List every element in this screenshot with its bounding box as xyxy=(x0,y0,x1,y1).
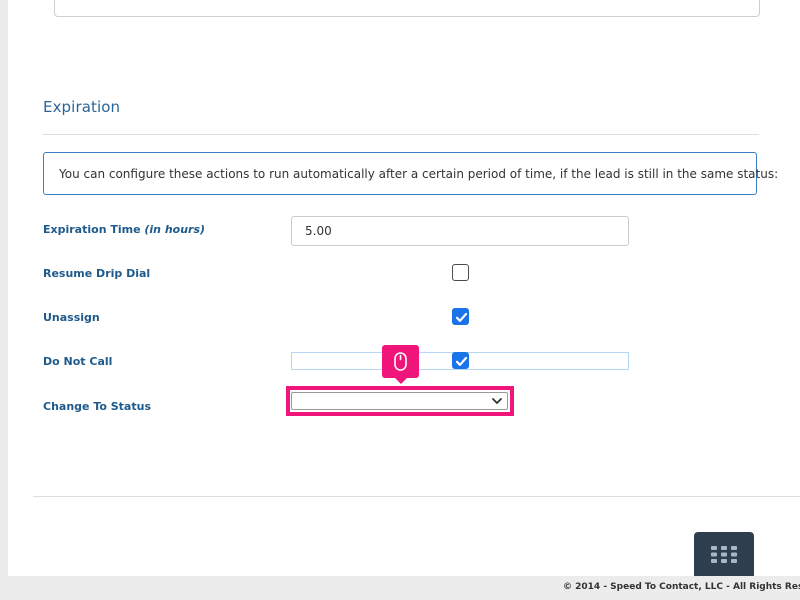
copyright-text: © 2014 - Speed To Contact, LLC - All Rig… xyxy=(563,582,800,592)
section-divider xyxy=(43,134,759,135)
do-not-call-checkbox[interactable] xyxy=(452,352,469,369)
bottom-divider xyxy=(33,496,800,497)
info-box: You can configure these actions to run a… xyxy=(43,152,778,195)
footer: © 2014 - Speed To Contact, LLC - All Rig… xyxy=(0,576,800,600)
footer-text: © 2014 - Speed To Contact, LLC - All Rig… xyxy=(563,582,800,592)
page: Expiration You can configure these actio… xyxy=(0,0,800,600)
chevron-down-icon xyxy=(492,398,502,404)
checkmark-icon xyxy=(455,356,468,366)
unassign-label: Unassign xyxy=(43,311,100,324)
previous-section-field[interactable] xyxy=(54,0,760,17)
click-tooltip xyxy=(382,345,419,384)
unassign-checkbox[interactable] xyxy=(452,308,469,325)
expiration-time-label: Expiration Time (in hours) xyxy=(43,223,205,236)
dialpad-button[interactable] xyxy=(694,532,754,576)
info-text: You can configure these actions to run a… xyxy=(59,167,779,181)
expiration-time-label-unit: (in hours) xyxy=(144,223,206,236)
change-to-status-label: Change To Status xyxy=(43,400,151,413)
do-not-call-label: Do Not Call xyxy=(43,355,113,368)
change-to-status-select[interactable] xyxy=(291,392,508,410)
expiration-time-label-text: Expiration Time xyxy=(43,223,145,236)
resume-drip-dial-label: Resume Drip Dial xyxy=(43,267,151,280)
mouse-icon xyxy=(394,352,407,371)
section-title: Expiration xyxy=(43,98,121,116)
expiration-time-input[interactable]: 5.00 xyxy=(291,216,629,246)
content-panel xyxy=(8,0,800,576)
resume-drip-dial-checkbox[interactable] xyxy=(452,264,469,281)
grid-icon xyxy=(711,546,737,563)
checkmark-icon xyxy=(455,312,468,322)
